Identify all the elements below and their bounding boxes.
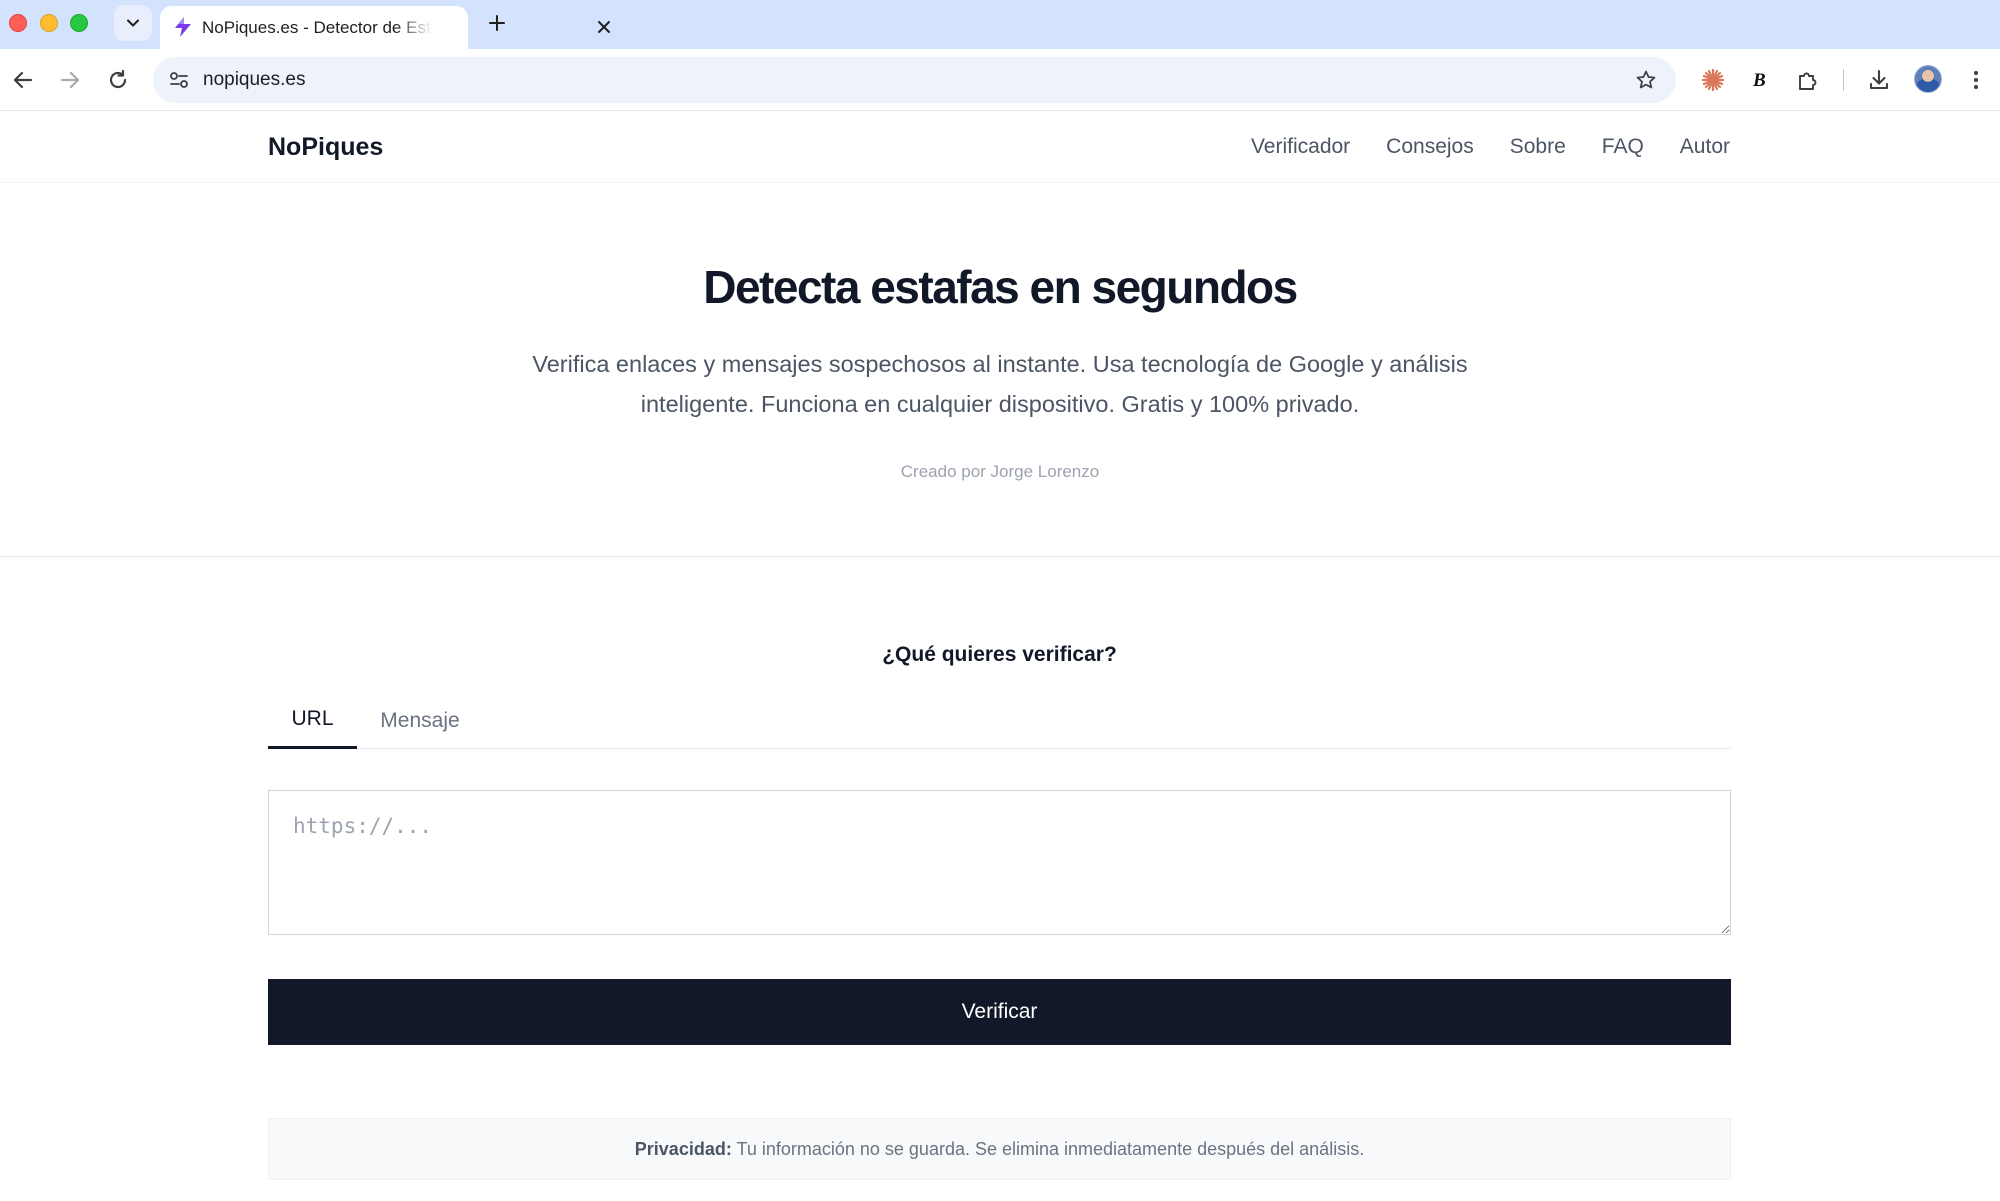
nav-link-sobre[interactable]: Sobre <box>1510 135 1566 159</box>
site-nav: Verificador Consejos Sobre FAQ Autor <box>1251 135 1730 159</box>
profile-avatar[interactable] <box>1914 65 1942 93</box>
more-menu-icon[interactable] <box>1961 65 1991 95</box>
privacy-text: Tu información no se guarda. Se elimina … <box>731 1139 1365 1159</box>
extensions-puzzle-icon[interactable] <box>1793 65 1823 95</box>
site-logo[interactable]: NoPiques <box>268 133 383 162</box>
nav-link-autor[interactable]: Autor <box>1680 135 1730 159</box>
browser-tab-strip: NoPiques.es - Detector de Estafas <box>0 0 2000 49</box>
tab-search-button[interactable] <box>114 5 152 41</box>
site-info-icon[interactable] <box>167 68 191 92</box>
verifier-tabs: URL Mensaje <box>268 692 1731 749</box>
tab-title: NoPiques.es - Detector de Estafas <box>202 18 432 37</box>
forward-icon[interactable] <box>55 65 85 95</box>
reload-icon[interactable] <box>103 65 133 95</box>
verifier-heading: ¿Qué quieres verificar? <box>882 643 1117 666</box>
close-tab-icon[interactable] <box>594 17 614 37</box>
browser-tab-active[interactable]: NoPiques.es - Detector de Estafas <box>160 6 610 49</box>
privacy-notice: Privacidad: Tu información no se guarda.… <box>268 1118 1731 1180</box>
bold-b-icon[interactable]: B <box>1745 65 1775 95</box>
verify-button[interactable]: Verificar <box>268 979 1731 1045</box>
toolbar-separator <box>1843 69 1844 91</box>
bookmark-star-icon[interactable] <box>1633 67 1659 93</box>
url-input[interactable] <box>268 790 1731 935</box>
site-header: NoPiques Verificador Consejos Sobre FAQ … <box>0 111 2000 183</box>
address-url[interactable]: nopiques.es <box>203 69 305 91</box>
address-bar[interactable]: nopiques.es <box>153 57 1676 103</box>
chevron-down-icon <box>127 19 139 27</box>
nav-link-consejos[interactable]: Consejos <box>1386 135 1474 159</box>
maximize-window-button[interactable] <box>70 14 88 32</box>
download-icon[interactable] <box>1864 65 1894 95</box>
claude-sunburst-icon[interactable] <box>1698 65 1728 95</box>
svg-text:B: B <box>1752 70 1766 91</box>
hero-title: Detecta estafas en segundos <box>703 261 1298 313</box>
page-content: NoPiques Verificador Consejos Sobre FAQ … <box>0 111 2000 1201</box>
hero-section: Detecta estafas en segundos Verifica enl… <box>0 183 2000 557</box>
tab-url[interactable]: URL <box>268 692 357 749</box>
nav-link-verificador[interactable]: Verificador <box>1251 135 1350 159</box>
nav-link-faq[interactable]: FAQ <box>1602 135 1644 159</box>
author-credit: Creado por Jorge Lorenzo <box>900 462 1100 481</box>
back-icon[interactable] <box>8 65 38 95</box>
hero-subtitle: Verifica enlaces y mensajes sospechosos … <box>532 351 1468 417</box>
tab-mensaje[interactable]: Mensaje <box>366 692 474 749</box>
close-window-button[interactable] <box>9 14 27 32</box>
new-tab-icon[interactable] <box>484 10 510 36</box>
privacy-label: Privacidad: <box>634 1139 732 1159</box>
minimize-window-button[interactable] <box>40 14 58 32</box>
purple-bolt-icon <box>175 17 191 37</box>
browser-toolbar: nopiques.es B <box>0 49 2000 111</box>
